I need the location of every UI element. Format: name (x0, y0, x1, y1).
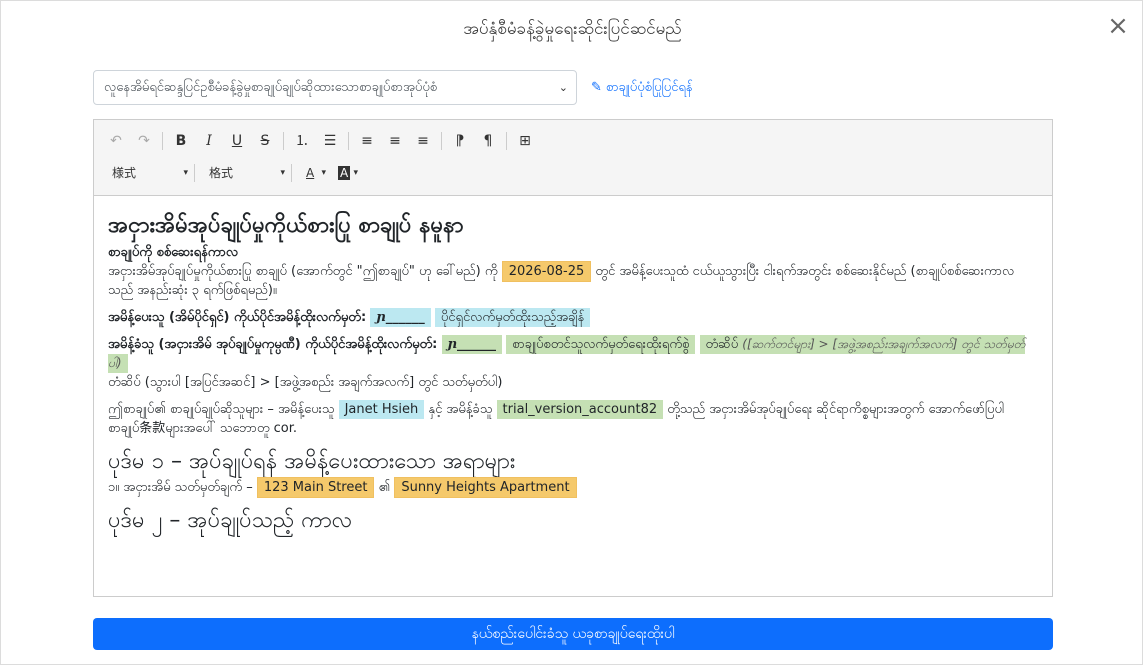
owner-signature-label: အမိန့်ပေးသူ (အိမ်ပိုင်ရှင်) ကိုယ်ပိုင်အမ… (108, 310, 367, 325)
style-dropdown[interactable]: 様式 ▾ (104, 162, 192, 184)
date-field[interactable]: 2026-08-25 (501, 261, 592, 282)
template-select[interactable]: လူနေအိမ်ရင်ဆန္ဒပြင်ဥစီမံခန့်ခွဲမှုစာချုပ… (93, 70, 577, 105)
align-center-icon[interactable]: ≡ (383, 130, 407, 152)
ltr-direction-icon[interactable]: ⁋ (448, 130, 472, 152)
agent-signature-label: အမိန့်ခံသူ (အငှားအိမ် အုပ်ချုပ်မှုကုမ္ပဏ… (108, 337, 438, 352)
section-1-heading: ပုဒ်မ ၁ – အုပ်ချုပ်ရန် အမိန့်ပေးထားသော အ… (108, 449, 516, 474)
undo-icon[interactable]: ↶ (104, 130, 128, 152)
toolbar-divider (506, 132, 507, 150)
toolbar-divider (283, 132, 284, 150)
rich-text-editor: ↶ ↷ B I U S ⒈ ☰ ≡ ≡ ≡ ⁋ ¶ ⊞ 様式 ▾ 格式 ▾ A … (93, 119, 1053, 597)
owner-signature-time-field[interactable]: ပိုင်ရှင်လက်မှတ်ထိုးသည့်အချိန် (434, 308, 591, 327)
paragraph-text: ၁။ အငှားအိမ် သတ်မှတ်ချက် – (108, 480, 253, 495)
edit-template-link[interactable]: ✎ စာချုပ်ပုံစံပြုပြင်ရန် (591, 79, 693, 98)
toolbar-divider (194, 164, 195, 182)
toolbar-divider (162, 132, 163, 150)
chevron-down-icon: ▾ (321, 168, 326, 178)
toolbar-divider (348, 132, 349, 150)
owner-signature-line: အမိန့်ပေးသူ (အိမ်ပိုင်ရှင်) ကိုယ်ပိုင်အမ… (108, 308, 1038, 327)
chevron-down-icon: ▾ (183, 168, 188, 178)
bullet-list-icon[interactable]: ☰ (318, 130, 342, 152)
template-select-value: လူနေအိမ်ရင်ဆန္ဒပြင်ဥစီမံခန့်ခွဲမှုစာချုပ… (104, 80, 438, 95)
address-field[interactable]: 123 Main Street (256, 477, 375, 498)
chevron-down-icon: ⌄ (558, 81, 568, 94)
section-2-heading: ပုဒ်မ ၂ – အုပ်ချုပ်သည့် ကာလ (108, 508, 353, 533)
font-color-button[interactable]: A ▾ (298, 162, 330, 184)
building-field[interactable]: Sunny Heights Apartment (394, 477, 577, 498)
edit-icon: ✎ (591, 80, 602, 95)
paragraph-text: အငှားအိမ်အုပ်ချုပ်မှုကိုယ်စားပြု စာချုပ်… (108, 264, 498, 279)
agent-name-field[interactable]: trial_version_account82 (496, 400, 664, 419)
ordered-list-icon[interactable]: ⒈ (290, 130, 314, 152)
modal-dialog: အပ်နှံစီမံခန့်ခွဲမှုရေးဆိုင်းပြင်ဆင်မည် … (0, 0, 1143, 665)
parties-paragraph: ဤစာချုပ်၏ စာချုပ်ချုပ်ဆိုသူများ – အမိန့်… (108, 400, 1038, 438)
chevron-down-icon: ▾ (280, 168, 285, 178)
submit-button[interactable]: နယ်စည်းပေါင်းခံသူ ယခုစာချုပ်ရေးထိုးပါ (93, 618, 1053, 650)
font-color-icon: A (306, 166, 315, 180)
agent-signature-line: အမိန့်ခံသူ (အငှားအိမ် အုပ်ချုပ်မှုကုမ္ပဏ… (108, 335, 1038, 373)
background-color-button[interactable]: A ▾ (330, 162, 362, 184)
paragraph-text: နှင့် အမိန့်ခံသူ (428, 402, 493, 417)
owner-name-field[interactable]: Janet Hsieh (338, 400, 425, 419)
style-dropdown-label: 様式 (112, 166, 137, 180)
align-left-icon[interactable]: ≡ (355, 130, 379, 152)
check-period-heading: စာချုပ်ကို စစ်ဆေးရန်ကာလ (108, 245, 239, 260)
section-1-item: ၁။ အငှားအိမ် သတ်မှတ်ချက် – 123 Main Stre… (108, 477, 1038, 498)
bold-button[interactable]: B (169, 130, 193, 152)
stamp-line: တံဆိပ် (သွားပါ [အပြင်အဆင်] > [အဖွဲ့အစည်း… (108, 375, 503, 390)
chevron-down-icon: ▾ (353, 168, 358, 178)
background-color-icon: A (338, 166, 351, 180)
owner-signature-field[interactable]: ɲ______ (370, 308, 431, 327)
strikethrough-button[interactable]: S (253, 130, 277, 152)
document-title: အငှားအိမ်အုပ်ချုပ်မှုကိုယ်စားပြု စာချုပ်… (108, 213, 464, 238)
table-icon[interactable]: ⊞ (513, 130, 537, 152)
format-dropdown-label: 格式 (209, 166, 234, 180)
stamp-label: တံဆိပ် (705, 337, 739, 352)
rtl-direction-icon[interactable]: ¶ (476, 130, 500, 152)
redo-icon[interactable]: ↷ (132, 130, 156, 152)
italic-button[interactable]: I (197, 130, 221, 152)
editor-toolbar: ↶ ↷ B I U S ⒈ ☰ ≡ ≡ ≡ ⁋ ¶ ⊞ 様式 ▾ 格式 ▾ A … (94, 120, 1052, 196)
underline-button[interactable]: U (225, 130, 249, 152)
edit-template-label: စာချုပ်ပုံစံပြုပြင်ရန် (605, 80, 693, 95)
agent-signature-field[interactable]: ɲ______ (441, 335, 502, 354)
close-icon[interactable]: × (1106, 13, 1130, 39)
paragraph-text: ၏ (378, 480, 391, 495)
paragraph-text: ဤစာချုပ်၏ စာချုပ်ချုပ်ဆိုသူများ – အမိန့်… (108, 402, 335, 417)
agent-signature-date-field[interactable]: စာချုပ်စတင်သူလက်မှတ်ရေးထိုးရက်စွဲ (506, 335, 696, 354)
check-period-paragraph: အငှားအိမ်အုပ်ချုပ်မှုကိုယ်စားပြု စာချုပ်… (108, 261, 1038, 300)
format-dropdown[interactable]: 格式 ▾ (201, 162, 289, 184)
modal-title: အပ်နှံစီမံခန့်ခွဲမှုရေးဆိုင်းပြင်ဆင်မည် (463, 19, 682, 39)
toolbar-divider (441, 132, 442, 150)
toolbar-divider (291, 164, 292, 182)
align-right-icon[interactable]: ≡ (411, 130, 435, 152)
editor-content[interactable]: အငှားအိမ်အုပ်ချုပ်မှုကိုယ်စားပြု စာချုပ်… (94, 197, 1052, 596)
